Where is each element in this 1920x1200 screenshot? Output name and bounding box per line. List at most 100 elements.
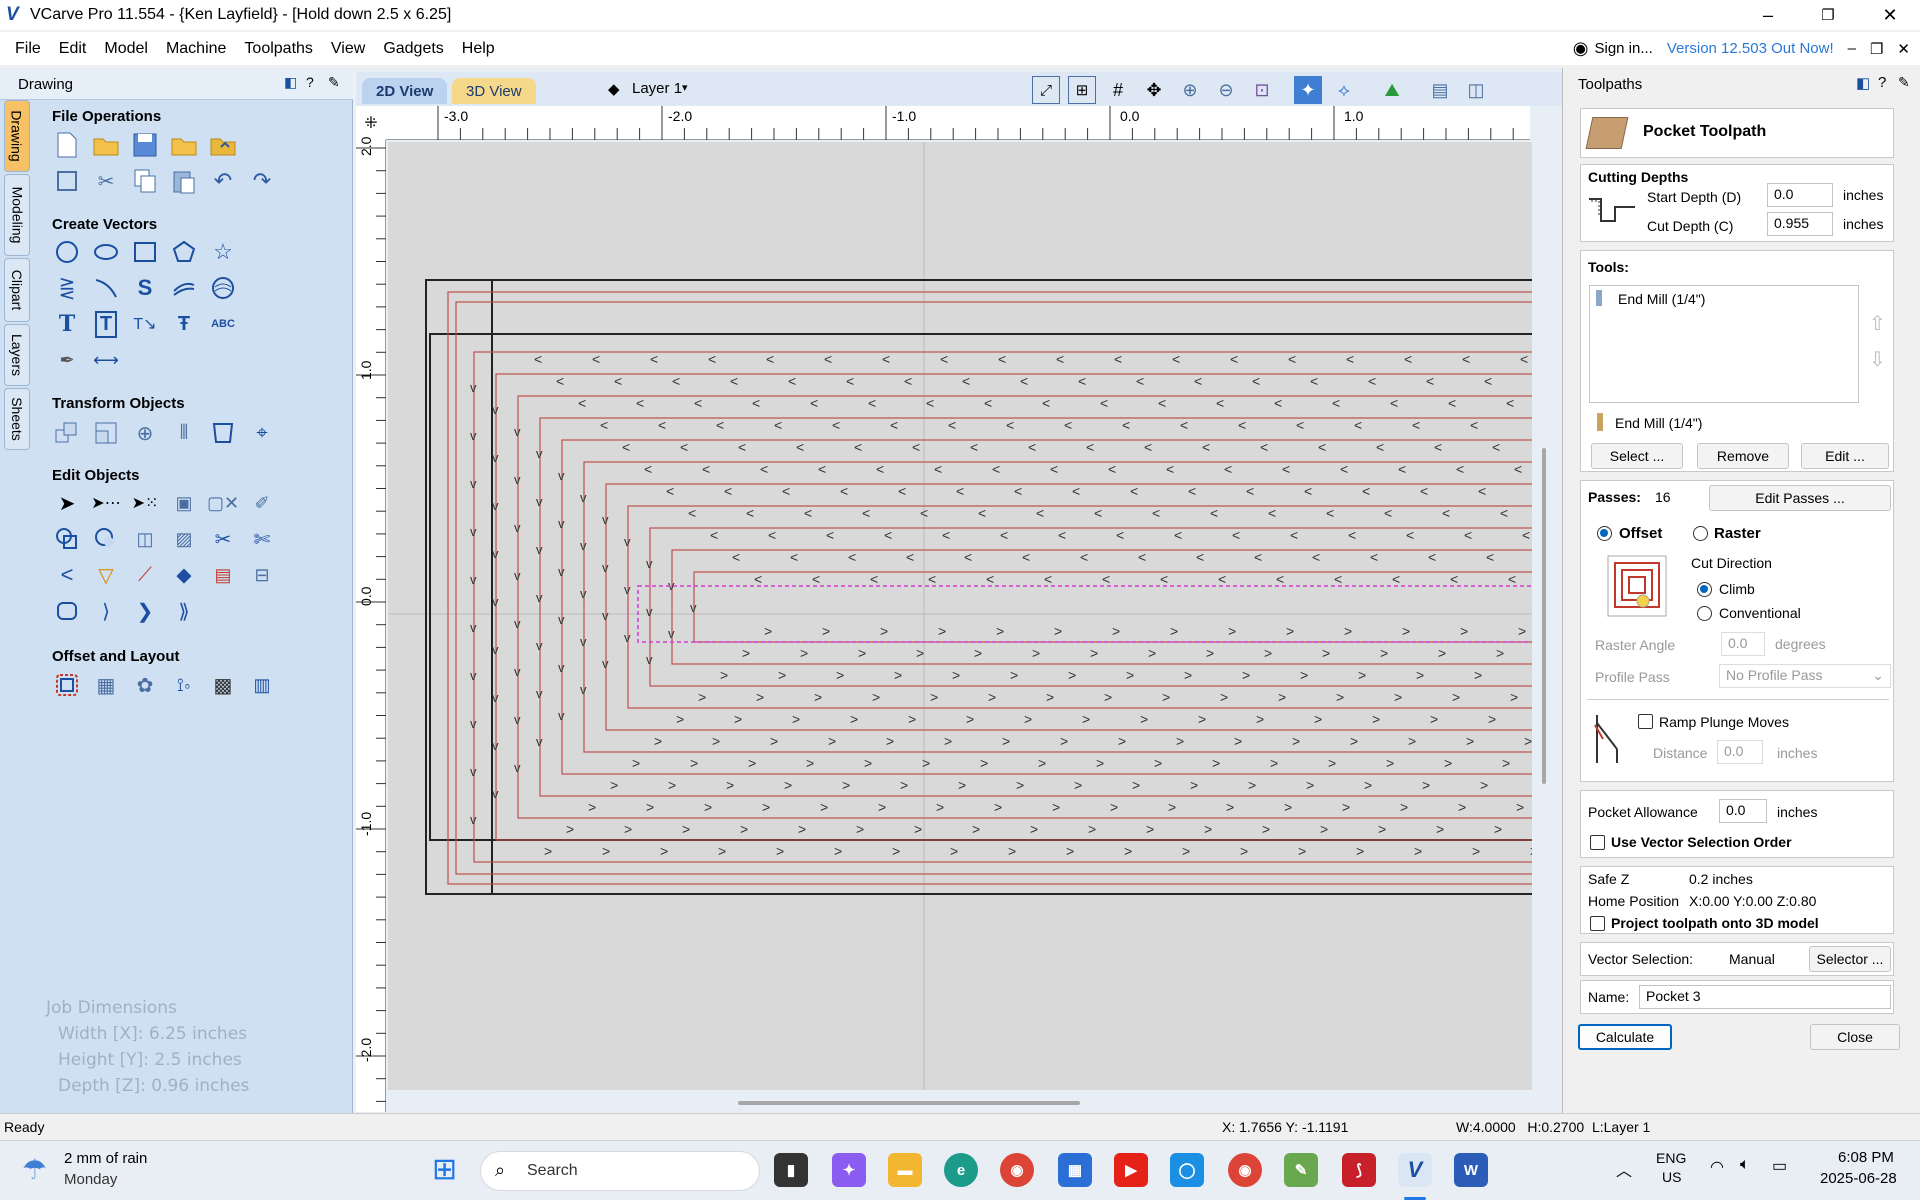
smooth-icon[interactable]: ⟋ (130, 560, 160, 590)
clock-time[interactable]: 6:08 PM (1838, 1149, 1894, 1166)
block-copy-icon[interactable]: ▩ (208, 670, 238, 700)
arc-icon[interactable] (91, 273, 121, 303)
pocket-allowance-input[interactable]: 0.0 (1719, 799, 1767, 823)
dogbone-icon[interactable]: ❯ (130, 596, 160, 626)
start-depth-input[interactable]: 0.0 (1767, 183, 1833, 207)
zoom-out-icon[interactable]: ⊖ (1212, 76, 1240, 104)
tab-layers[interactable]: Layers (4, 324, 30, 386)
panel-autohide-icon[interactable]: ◧ (284, 74, 297, 91)
intersect-icon[interactable]: ◫ (130, 524, 160, 554)
copilot-icon[interactable]: ✦ (832, 1153, 866, 1187)
youtube-icon[interactable]: ▶ (1114, 1153, 1148, 1187)
word-icon[interactable]: W (1454, 1153, 1488, 1187)
menu-edit[interactable]: Edit (50, 40, 96, 58)
scale-icon[interactable] (91, 418, 121, 448)
pdf-reader-icon[interactable]: ⟆ (1342, 1153, 1376, 1187)
autolayout-text-icon[interactable]: Ŧ (169, 309, 199, 339)
edit-tool-button[interactable]: Edit ... (1801, 443, 1889, 469)
climb-radio[interactable] (1697, 582, 1712, 597)
menu-view[interactable]: View (322, 40, 374, 58)
weather-icon[interactable]: ☂ (22, 1153, 47, 1186)
group-icon[interactable]: ▣ (169, 488, 199, 518)
menu-machine[interactable]: Machine (157, 40, 235, 58)
use-vector-order-checkbox[interactable] (1590, 835, 1605, 850)
nest-icon[interactable]: ⬥ (169, 560, 199, 590)
tool-list-item[interactable]: End Mill (1/4") (1618, 291, 1705, 307)
paste-icon[interactable] (169, 166, 199, 196)
rectangle-icon[interactable] (130, 237, 160, 267)
menu-file[interactable]: File (6, 40, 50, 58)
ellipse-icon[interactable] (91, 237, 121, 267)
fillet-icon[interactable] (169, 273, 199, 303)
edge-icon[interactable]: e (944, 1153, 978, 1187)
battery-icon[interactable]: ▭ (1772, 1156, 1787, 1176)
layer-dropdown[interactable]: Layer 1 (632, 80, 682, 97)
task-view-icon[interactable]: ▮ (774, 1153, 808, 1187)
chrome-profile-icon[interactable]: ◉ (1228, 1153, 1262, 1187)
notepad-icon[interactable]: ✎ (1284, 1153, 1318, 1187)
remove-tool-button[interactable]: Remove (1697, 443, 1789, 469)
save-icon[interactable] (130, 130, 160, 160)
align-icon[interactable]: ⌖ (247, 418, 277, 448)
weld-icon[interactable] (52, 524, 82, 554)
measure-icon[interactable]: ✐ (247, 488, 277, 518)
project-toolpath-checkbox[interactable] (1590, 916, 1605, 931)
create-boundary-icon[interactable]: ⊟ (247, 560, 277, 590)
wave-icon[interactable] (208, 273, 238, 303)
clock-date[interactable]: 2025-06-28 (1820, 1170, 1897, 1187)
star-icon[interactable]: ☆ (208, 237, 238, 267)
chrome-icon[interactable]: ◉ (1000, 1153, 1034, 1187)
nesting-icon[interactable]: ▥ (247, 670, 277, 700)
subtract-icon[interactable] (91, 524, 121, 554)
zoom-box-icon[interactable]: ⊡ (1248, 76, 1276, 104)
selector-button[interactable]: Selector ... (1809, 946, 1891, 972)
ungroup-icon[interactable]: ▢✕ (207, 488, 239, 518)
close-vector-icon[interactable]: < (52, 560, 82, 590)
account-icon[interactable]: ◉ (1573, 38, 1589, 59)
file-explorer-icon[interactable]: ▬ (888, 1153, 922, 1187)
store-icon[interactable]: ▦ (1058, 1153, 1092, 1187)
fillet-tool-icon[interactable]: ✄ (247, 524, 277, 554)
volume-icon[interactable]: 🔈︎ (1740, 1156, 1750, 1174)
array-copy-icon[interactable]: ▦ (91, 670, 121, 700)
maximize-button[interactable]: ❐ (1800, 0, 1856, 30)
language-region[interactable]: US (1662, 1169, 1681, 1185)
job-setup-icon[interactable] (52, 166, 82, 196)
search-box[interactable]: ⌕ Search (480, 1151, 760, 1191)
tab-3d-view[interactable]: 3D View (452, 78, 536, 104)
menu-help[interactable]: Help (453, 40, 504, 58)
close-button[interactable]: ✕ (1862, 0, 1918, 30)
text-icon[interactable]: T (52, 309, 82, 339)
tab-2d-view[interactable]: 2D View (362, 78, 448, 104)
vertical-scrollbar[interactable] (1542, 448, 1546, 784)
cut-icon[interactable]: ✂ (91, 166, 121, 196)
tab-sheets[interactable]: Sheets (4, 388, 30, 450)
language-code[interactable]: ENG (1656, 1150, 1686, 1166)
curve-icon[interactable]: S (130, 273, 160, 303)
rotate-icon[interactable]: ⊕ (130, 418, 160, 448)
calculate-button[interactable]: Calculate (1578, 1024, 1672, 1050)
snap-options-icon[interactable]: ⟡ (1330, 76, 1358, 104)
redo-icon[interactable]: ↷ (247, 166, 277, 196)
close-panel-button[interactable]: Close (1810, 1024, 1900, 1050)
minimize-button[interactable]: – (1740, 0, 1796, 30)
copy-icon[interactable] (130, 166, 160, 196)
trim-icon[interactable]: ✂ (208, 524, 238, 554)
validator-icon[interactable]: ▤ (208, 560, 238, 590)
mirror-icon[interactable]: ⫴ (169, 418, 199, 448)
start-icon[interactable]: ⊞ (432, 1155, 457, 1185)
app-icon[interactable]: ◯ (1170, 1153, 1204, 1187)
menu-toolpaths[interactable]: Toolpaths (235, 40, 322, 58)
cut-depth-input[interactable]: 0.955 (1767, 212, 1833, 236)
undo-icon[interactable]: ↶ (208, 166, 238, 196)
menu-gadgets[interactable]: Gadgets (374, 40, 452, 58)
preview-icon[interactable]: ⛰ (1378, 76, 1406, 104)
help-icon[interactable]: ? (306, 74, 314, 90)
mdi-close-icon[interactable]: ✕ (1897, 40, 1910, 58)
horizontal-scrollbar[interactable] (738, 1101, 1080, 1105)
open-folder-icon[interactable] (169, 130, 199, 160)
layout-icon[interactable]: ▤ (1426, 76, 1454, 104)
move-up-icon[interactable]: ⇧ (1869, 311, 1886, 336)
mdi-minimize-icon[interactable]: – (1848, 40, 1856, 57)
offset-icon[interactable] (52, 670, 82, 700)
